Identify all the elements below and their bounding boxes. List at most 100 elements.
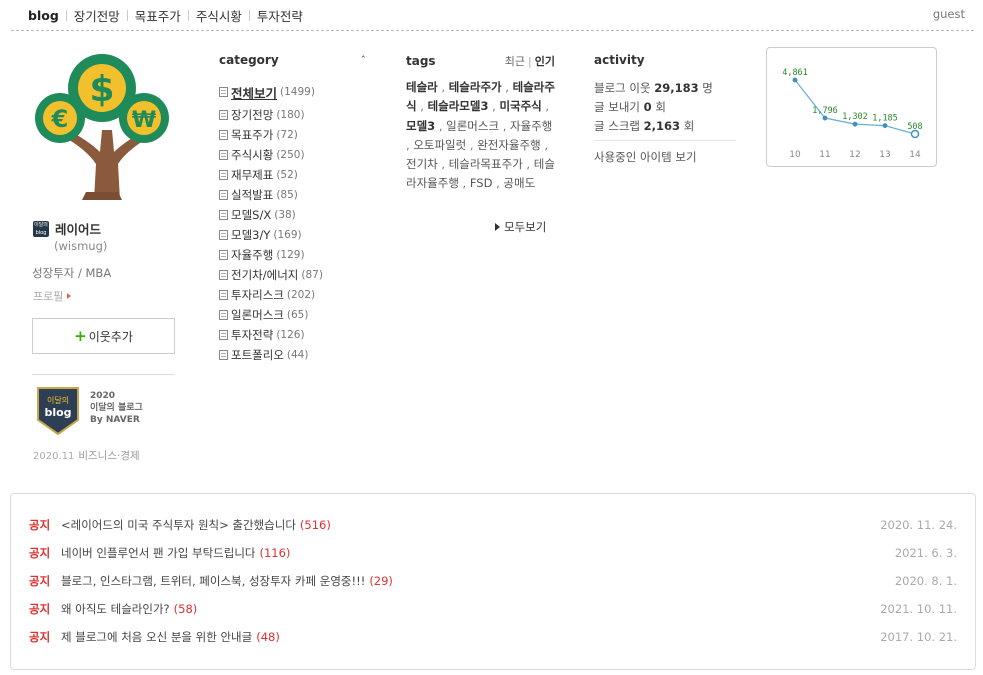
document-icon xyxy=(219,190,228,200)
nav-target-price[interactable]: 목표주가 xyxy=(135,6,181,25)
category-item[interactable]: 자율주행 (129) xyxy=(219,245,323,265)
nav-blog[interactable]: blog xyxy=(28,8,59,23)
add-neighbor-button[interactable]: + 이웃추가 xyxy=(32,318,175,354)
notice-comment-count[interactable]: (516) xyxy=(300,518,331,532)
chart-x-tick-label: 11 xyxy=(819,150,830,160)
badge-category: 비즈니스·경제 xyxy=(78,450,140,462)
document-icon xyxy=(219,130,228,140)
category-item[interactable]: 포트폴리오 (44) xyxy=(219,345,323,365)
notice-tag: 공지 xyxy=(29,630,51,644)
notice-row[interactable]: 공지 블로그, 인스타그램, 트위터, 페이스북, 성장투자 카페 운영중!!! (… xyxy=(29,571,957,591)
tags-sort-popular[interactable]: 인기 xyxy=(535,55,555,68)
chart-point[interactable] xyxy=(852,121,858,127)
guest-link[interactable]: guest xyxy=(933,7,965,21)
sends-value: 0 xyxy=(643,100,652,114)
category-item[interactable]: 투자리스크 (202) xyxy=(219,285,323,305)
tag-link[interactable]: 전기차 xyxy=(406,157,438,171)
tags-title: tags xyxy=(406,54,436,68)
category-label: 모델3/Y xyxy=(231,228,271,242)
notice-comment-count[interactable]: (58) xyxy=(174,602,198,616)
chevron-up-icon[interactable]: ˆ xyxy=(361,54,367,67)
category-item[interactable]: 장기전망 (180) xyxy=(219,105,323,125)
notice-date: 2020. 8. 1. xyxy=(894,574,957,588)
nav-market-status[interactable]: 주식시황 xyxy=(196,6,242,25)
category-item[interactable]: 투자전략 (126) xyxy=(219,325,323,345)
notice-title[interactable]: 왜 아직도 테슬라인가? xyxy=(61,601,170,617)
category-header: category ˆ xyxy=(219,53,366,67)
category-count: (52) xyxy=(276,169,298,181)
sends-unit: 회 xyxy=(655,100,666,114)
nav-investment-strategy[interactable]: 투자전략 xyxy=(257,6,303,25)
tag-link[interactable]: 테슬라 xyxy=(406,80,438,94)
tag-link[interactable]: FSD xyxy=(470,176,493,190)
tag-link[interactable]: 자율주행 xyxy=(510,119,552,133)
notice-row[interactable]: 공지 제 블로그에 처음 오신 분을 위한 안내글 (48) 2017. 10. 21… xyxy=(29,627,957,647)
tag-link[interactable]: 테슬라목표주가 xyxy=(449,157,523,171)
category-item[interactable]: 전기차/에너지 (87) xyxy=(219,265,323,285)
category-item[interactable]: 모델S/X (38) xyxy=(219,205,323,225)
activity-scraps: 글 스크랩 2,163 회 xyxy=(594,117,713,136)
tag-link[interactable]: 일론머스크 xyxy=(446,119,499,133)
nav-separator xyxy=(65,9,67,21)
notice-comment-count[interactable]: (116) xyxy=(259,546,290,560)
notice-title[interactable]: 네이버 인플루언서 팬 가입 부탁드립니다 xyxy=(61,545,255,561)
category-count: (87) xyxy=(301,269,323,281)
tag-separator: , xyxy=(501,80,513,94)
category-label: 전체보기 xyxy=(231,85,278,101)
tags-view-all-link[interactable]: 모두보기 xyxy=(495,219,546,235)
category-item[interactable]: 목표주가 (72) xyxy=(219,125,323,145)
notice-date: 2021. 10. 11. xyxy=(880,602,957,616)
nickname[interactable]: 레이어드 xyxy=(55,219,101,238)
notice-date: 2021. 6. 3. xyxy=(894,546,957,560)
category-title: category xyxy=(219,53,279,67)
category-count: (202) xyxy=(286,289,316,301)
notice-comment-count[interactable]: (48) xyxy=(256,630,280,644)
tags-sort-recent[interactable]: 최근 xyxy=(505,55,525,68)
blog-of-month-badge-icon[interactable]: 이달의 blog xyxy=(34,384,82,436)
notice-comment-count[interactable]: (29) xyxy=(369,574,393,588)
tag-separator: , xyxy=(488,99,500,114)
tag-link[interactable]: 공매도 xyxy=(503,176,535,190)
badge-emblem-blog: blog xyxy=(44,406,71,419)
notice-row[interactable]: 공지 네이버 인플루언서 팬 가입 부탁드립니다 (116) 2021. 6. 3. xyxy=(29,543,957,563)
items-in-use-link[interactable]: 사용중인 아이템 보기 xyxy=(594,149,697,165)
notice-row[interactable]: 공지 왜 아직도 테슬라인가? (58) 2021. 10. 11. xyxy=(29,599,957,619)
notice-title[interactable]: <레이어드의 미국 주식투자 원칙> 출간했습니다 xyxy=(61,517,296,533)
nav-long-term-outlook[interactable]: 장기전망 xyxy=(74,6,120,25)
sends-label: 글 보내기 xyxy=(594,100,640,114)
category-item-all[interactable]: 전체보기 (1499) xyxy=(219,79,323,105)
tag-link[interactable]: 테슬라모델3 xyxy=(428,99,489,113)
profile-link[interactable]: 프로필 xyxy=(33,288,72,304)
scraps-label: 글 스크랩 xyxy=(594,119,640,133)
notice-row[interactable]: 공지 <레이어드의 미국 주식투자 원칙> 출간했습니다 (516) 2020. 11… xyxy=(29,515,957,535)
tag-link[interactable]: 완전자율주행 xyxy=(477,138,540,152)
chart-point[interactable] xyxy=(792,77,798,83)
notice-title[interactable]: 제 블로그에 처음 오신 분을 위한 안내글 xyxy=(61,629,252,645)
category-item[interactable]: 주식시황 (250) xyxy=(219,145,323,165)
document-icon xyxy=(219,330,228,340)
chart-data-label: 1,185 xyxy=(872,114,898,124)
chart-point[interactable] xyxy=(882,123,888,129)
category-item[interactable]: 일론머스크 (65) xyxy=(219,305,323,325)
category-label: 목표주가 xyxy=(231,128,274,142)
category-count: (169) xyxy=(273,229,302,241)
tag-link[interactable]: 오토파일럿 xyxy=(413,138,466,152)
category-item[interactable]: 실적발표 (85) xyxy=(219,185,323,205)
category-item[interactable]: 모델3/Y (169) xyxy=(219,225,323,245)
chart-x-tick-label: 14 xyxy=(909,150,921,160)
chart-data-label: 1,796 xyxy=(812,106,838,116)
neighbors-label: 블로그 이웃 xyxy=(594,81,651,95)
tag-separator: , xyxy=(437,80,449,94)
tags-sort: 최근 | 인기 xyxy=(505,53,555,69)
notice-title[interactable]: 블로그, 인스타그램, 트위터, 페이스북, 성장투자 카페 운영중!!! xyxy=(61,573,365,589)
category-item[interactable]: 재무제표 (52) xyxy=(219,165,323,185)
chart-point[interactable] xyxy=(822,115,828,121)
tag-link[interactable]: 미국주식 xyxy=(499,99,541,113)
chart-x-tick-label: 12 xyxy=(849,150,860,160)
tag-link[interactable]: 모델3 xyxy=(406,119,435,133)
notice-tag: 공지 xyxy=(29,574,51,588)
tag-link[interactable]: 테슬라주가 xyxy=(449,80,502,94)
activity-stats: 블로그 이웃 29,183 명 글 보내기 0 회 글 스크랩 2,163 회 xyxy=(594,79,713,136)
badge-by: By NAVER xyxy=(90,415,140,425)
money-tree-icon[interactable]: € ₩ $ xyxy=(32,52,172,200)
